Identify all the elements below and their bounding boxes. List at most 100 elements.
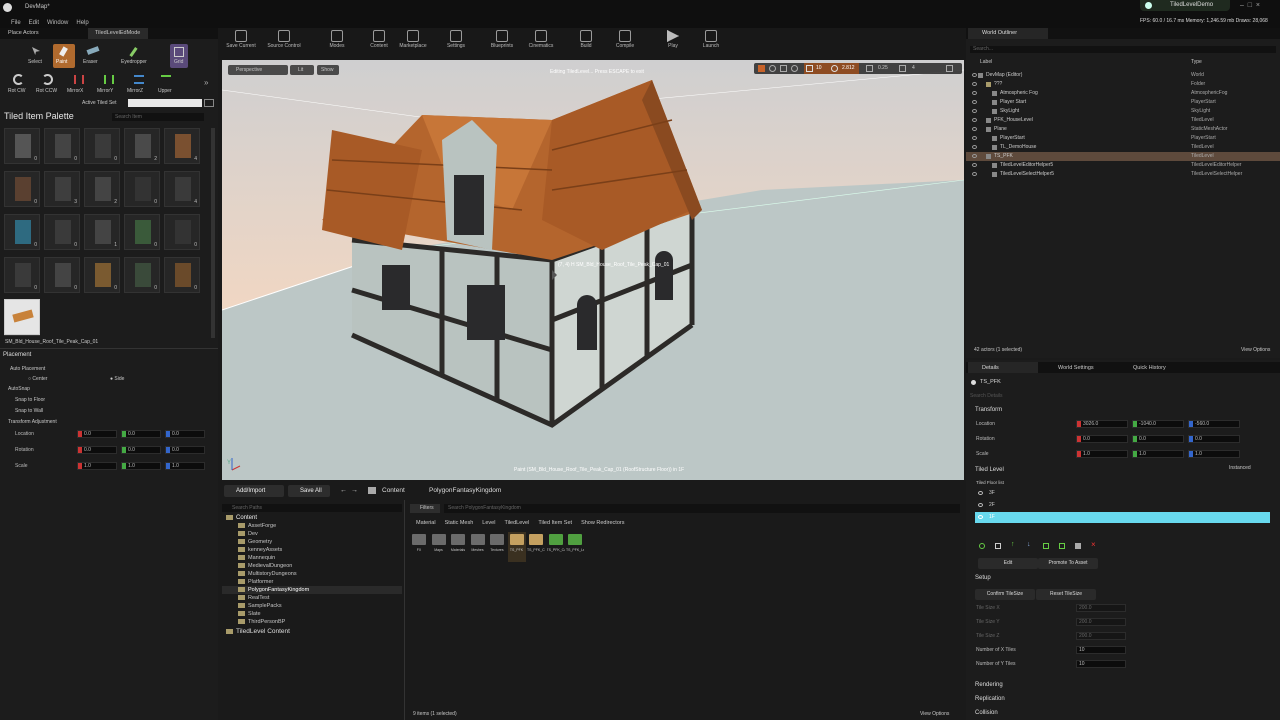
outliner-row[interactable]: Player Start PlayerStart: [966, 98, 1280, 107]
grid-view-icon[interactable]: [204, 99, 214, 107]
visibility-eye-icon[interactable]: [972, 172, 977, 176]
outliner-view-options[interactable]: View Options: [1241, 347, 1270, 353]
folder-item[interactable]: SamplePacks: [222, 602, 402, 610]
tab-quick-history[interactable]: Quick History: [1133, 365, 1166, 371]
asset-tile[interactable]: TS_PFK_Castle_Level: [547, 532, 565, 562]
breadcrumb-folder[interactable]: PolygonFantasyKingdom: [429, 487, 501, 494]
outliner-row[interactable]: TiledLevelEditorHelper5 TiledLevelEditorH…: [966, 161, 1280, 170]
placement-location-y[interactable]: 0.0: [121, 430, 161, 438]
palette-item[interactable]: 0: [4, 128, 40, 164]
window-controls[interactable]: – □ ×: [1240, 2, 1260, 9]
placement-rotation-z[interactable]: 0.0: [165, 446, 205, 454]
tile-row-value[interactable]: 10: [1076, 660, 1126, 668]
palette-item[interactable]: 0: [84, 128, 120, 164]
detail-location-y[interactable]: -1040.0: [1132, 420, 1184, 428]
palette-item[interactable]: 0: [44, 128, 80, 164]
toolbar-blueprints-button[interactable]: Blueprints: [482, 28, 522, 58]
filter-tab-material[interactable]: Material: [416, 520, 436, 526]
asset-search-input[interactable]: Search PolygonFantasyKingdom: [444, 504, 960, 513]
filter-tab-show-redirectors[interactable]: Show Redirectors: [581, 520, 624, 526]
grid-snap-value[interactable]: 10: [816, 65, 822, 71]
filters-button[interactable]: Filters: [410, 504, 440, 513]
toolbar-marketplace-button[interactable]: Marketplace: [393, 28, 433, 58]
floor-row[interactable]: 1F: [975, 512, 1270, 523]
detail-scale-y[interactable]: 1.0: [1132, 450, 1184, 458]
palette-item[interactable]: 0: [4, 171, 40, 207]
outliner-row[interactable]: Plane StaticMeshActor: [966, 125, 1280, 134]
selected-actor-name[interactable]: TS_PFK: [980, 379, 1001, 385]
placement-rotation-x[interactable]: 0.0: [77, 446, 117, 454]
folder-item[interactable]: ThirdPersonBP: [222, 618, 402, 626]
visibility-eye-icon[interactable]: [972, 91, 977, 95]
maximize-icon[interactable]: [946, 65, 953, 72]
folder-item[interactable]: Slate: [222, 610, 402, 618]
outliner-row[interactable]: ??? Folder: [966, 80, 1280, 89]
placement-rotation-y[interactable]: 0.0: [121, 446, 161, 454]
tab-world-settings[interactable]: World Settings: [1058, 365, 1094, 371]
palette-search[interactable]: Search Item: [112, 113, 204, 121]
add-import-button[interactable]: Add/Import: [224, 485, 284, 497]
replication-header[interactable]: Replication: [975, 696, 1005, 702]
asset-tile[interactable]: FX: [410, 532, 428, 562]
promote-to-asset-button[interactable]: Promote To Asset: [1038, 558, 1098, 569]
tab-place-actors[interactable]: Place Actors: [8, 30, 39, 36]
rotate-icon[interactable]: [769, 65, 776, 72]
add-floor-icon[interactable]: [979, 543, 985, 549]
rotation-snap-icon[interactable]: [831, 65, 838, 72]
detail-location-z[interactable]: -560.0: [1188, 420, 1240, 428]
move-up-icon[interactable]: ↑: [1011, 541, 1015, 548]
folder-item[interactable]: AssetForge: [222, 522, 402, 530]
palette-item[interactable]: 2: [124, 128, 160, 164]
rendering-header[interactable]: Rendering: [975, 682, 1003, 688]
center-radio[interactable]: ○ Center: [28, 376, 47, 382]
side-radio[interactable]: ● Side: [110, 376, 124, 382]
edit-button[interactable]: Edit: [978, 558, 1038, 569]
camera-speed-value[interactable]: 4: [912, 65, 915, 71]
upper-button[interactable]: Upper: [156, 73, 178, 97]
transform-header[interactable]: Transform: [975, 407, 1002, 413]
visibility-eye-icon[interactable]: [972, 145, 977, 149]
palette-item[interactable]: 0: [164, 214, 200, 250]
folder-item[interactable]: Geometry: [222, 538, 402, 546]
folder-item[interactable]: kenneyAssets: [222, 546, 402, 554]
breadcrumb-content[interactable]: Content: [382, 487, 405, 494]
detail-rotation-z[interactable]: 0.0: [1188, 435, 1240, 443]
toolbar-save-current-button[interactable]: Save Current: [221, 28, 261, 58]
delete-floor-icon[interactable]: ×: [1091, 540, 1096, 549]
visibility-eye-icon[interactable]: [972, 73, 977, 77]
floor-row[interactable]: 2F: [975, 500, 1270, 511]
eyedropper-tool-button[interactable]: Eyedropper: [120, 45, 154, 67]
outliner-row[interactable]: DevMap (Editor) World: [966, 71, 1280, 80]
rotate-cw-button[interactable]: Rot CW: [7, 73, 31, 97]
visibility-eye-icon[interactable]: [972, 154, 977, 158]
eraser-tool-button[interactable]: Eraser: [82, 45, 104, 67]
folder-item[interactable]: Content: [222, 514, 402, 522]
placement-scale-y[interactable]: 1.0: [121, 462, 161, 470]
folder-item[interactable]: Platformer: [222, 578, 402, 586]
palette-item[interactable]: 0: [124, 171, 160, 207]
floor-visibility-icon[interactable]: [978, 503, 983, 507]
outliner-row[interactable]: Atmospheric Fog AtmosphericFog: [966, 89, 1280, 98]
outliner-row[interactable]: TiledLevelSelectHelper5 TiledLevelSelectH…: [966, 170, 1280, 179]
rotation-snap-value[interactable]: 2.812: [842, 65, 855, 71]
floor-row[interactable]: 3F: [975, 488, 1270, 499]
palette-item[interactable]: 0: [84, 257, 120, 293]
paint-tool-button[interactable]: Paint: [53, 44, 75, 68]
placement-scale-z[interactable]: 1.0: [165, 462, 205, 470]
chevron-right-icon[interactable]: »: [204, 78, 208, 87]
floor-settings-icon[interactable]: [995, 543, 1001, 549]
back-icon[interactable]: ←: [340, 487, 347, 494]
detail-rotation-x[interactable]: 0.0: [1076, 435, 1128, 443]
toolbar-launch-button[interactable]: Launch: [691, 28, 731, 58]
show-dropdown[interactable]: Show: [317, 65, 339, 75]
save-all-button[interactable]: Save All: [288, 485, 330, 497]
mirror-z-button[interactable]: MirrorZ: [126, 73, 152, 97]
palette-item[interactable]: 4: [164, 171, 200, 207]
grid-tool-button[interactable]: Grid: [170, 44, 188, 68]
scale-snap-icon[interactable]: [866, 65, 873, 72]
folder-item[interactable]: RealTest: [222, 594, 402, 602]
floor-visibility-icon[interactable]: [978, 491, 983, 495]
asset-tile[interactable]: TS_PFK: [507, 532, 526, 562]
outliner-search[interactable]: Search...: [970, 46, 1276, 53]
detail-scale-x[interactable]: 1.0: [1076, 450, 1128, 458]
